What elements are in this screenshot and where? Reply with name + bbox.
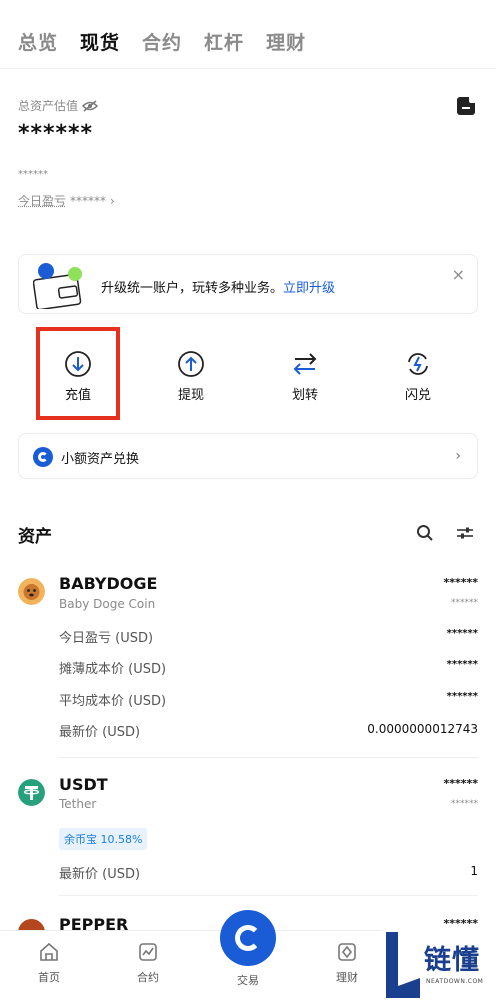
diluted-cost-label: 摊薄成本价 (USD): [59, 662, 167, 677]
total-assets-label: 总资产估值: [18, 97, 99, 114]
home-icon: [40, 942, 58, 961]
coin-balance: ******: [443, 777, 478, 790]
avg-cost-value: ******: [446, 691, 478, 702]
nav-futures[interactable]: 合约: [118, 941, 178, 985]
asset-divider: [59, 895, 478, 896]
today-pnl-value: ******: [70, 193, 107, 208]
upgrade-banner[interactable]: 升级统一账户，玩转多种业务。立即升级 ×: [18, 254, 478, 314]
search-icon[interactable]: [416, 524, 434, 542]
transfer-label: 划转: [291, 388, 318, 403]
tab-margin[interactable]: 杠杆: [204, 28, 244, 55]
flash-swap-button[interactable]: 闪兑: [378, 350, 458, 403]
coin-symbol: BABYDOGE: [59, 574, 158, 593]
filter-settings-icon[interactable]: [455, 524, 475, 542]
asset-usdt[interactable]: USDT Tether ****** ****** 余币宝 10.58% 最新价…: [0, 775, 496, 885]
withdraw-button[interactable]: 提现: [151, 350, 231, 403]
last-price-label: 最新价 (USD): [59, 867, 141, 882]
watermark-l-icon: [386, 932, 420, 998]
records-icon[interactable]: [457, 97, 475, 115]
trade-button[interactable]: [220, 910, 276, 966]
header-divider: [0, 68, 496, 69]
transfer-button[interactable]: 划转: [265, 350, 345, 403]
today-pnl-label: 今日盈亏: [18, 194, 67, 208]
flash-swap-icon: [408, 353, 428, 375]
tab-spot[interactable]: 现货: [80, 28, 120, 55]
watermark-title: 链懂: [424, 945, 480, 976]
coin-name: Baby Doge Coin: [59, 597, 156, 611]
tab-futures[interactable]: 合约: [142, 28, 182, 55]
coin-balance: ******: [443, 576, 478, 589]
earn-badge[interactable]: 余币宝 10.58%: [59, 828, 148, 850]
flash-swap-label: 闪兑: [404, 388, 431, 403]
babydoge-logo-icon: [18, 578, 45, 605]
watermark-sub: NEATDOWN.COM: [426, 978, 484, 985]
last-price-label: 最新价 (USD): [59, 725, 141, 740]
coin-balance: ******: [443, 917, 478, 930]
finance-icon: [338, 943, 356, 961]
asset-divider: [59, 757, 478, 758]
today-pnl[interactable]: 今日盈亏 ****** ›: [18, 192, 115, 209]
swap-logo-icon: [33, 447, 53, 467]
pnl-label: 今日盈亏 (USD): [59, 631, 154, 646]
chart-icon: [139, 943, 157, 961]
top-tabs: 总览 现货 合约 杠杆 理财: [18, 28, 328, 55]
nav-earn-label: 理财: [336, 971, 358, 984]
tab-overview[interactable]: 总览: [18, 28, 58, 55]
asset-babydoge[interactable]: BABYDOGE Baby Doge Coin ****** ****** 今日…: [0, 574, 496, 754]
withdraw-icon: [178, 351, 204, 377]
nav-earn[interactable]: 理财: [317, 941, 377, 985]
tab-earn[interactable]: 理财: [266, 28, 306, 55]
nav-home-label: 首页: [38, 971, 60, 984]
total-assets-value: ******: [18, 121, 94, 146]
coin-symbol: USDT: [59, 775, 108, 794]
withdraw-label: 提现: [177, 388, 204, 403]
last-price-value: 0.0000000012743: [367, 722, 478, 736]
upgrade-now-link[interactable]: 立即升级: [283, 281, 335, 296]
assets-title: 资产: [18, 527, 52, 547]
coin-name: Tether: [59, 797, 97, 811]
coin-balance-usd: ******: [451, 799, 478, 809]
eye-hidden-icon[interactable]: [82, 99, 99, 112]
tether-logo-icon: [18, 779, 45, 806]
small-asset-swap[interactable]: 小额资产兑换 ›: [18, 433, 478, 479]
watermark-logo: 链懂 NEATDOWN.COM: [382, 930, 496, 1000]
chevron-right-icon: ›: [455, 448, 461, 464]
nav-home[interactable]: 首页: [19, 941, 79, 985]
nav-futures-label: 合约: [137, 971, 159, 984]
wallet-illustration: [33, 263, 82, 309]
pnl-value: ******: [446, 628, 478, 639]
transfer-icon: [293, 353, 317, 375]
avg-cost-label: 平均成本价 (USD): [59, 694, 167, 709]
close-icon[interactable]: ×: [452, 265, 465, 284]
total-assets-sub-value: ******: [18, 169, 48, 180]
trade-label: 交易: [237, 974, 259, 987]
deposit-highlight-box: [36, 327, 120, 420]
total-assets-label-text: 总资产估值: [18, 99, 79, 113]
diluted-cost-value: ******: [446, 659, 478, 670]
banner-message: 升级统一账户，玩转多种业务。: [101, 281, 284, 296]
chevron-right-icon: ›: [110, 193, 115, 208]
last-price-value: 1: [470, 864, 478, 878]
banner-text: 升级统一账户，玩转多种业务。立即升级: [101, 277, 335, 296]
small-asset-swap-label: 小额资产兑换: [61, 452, 140, 467]
coin-balance-usd: ******: [451, 598, 478, 608]
